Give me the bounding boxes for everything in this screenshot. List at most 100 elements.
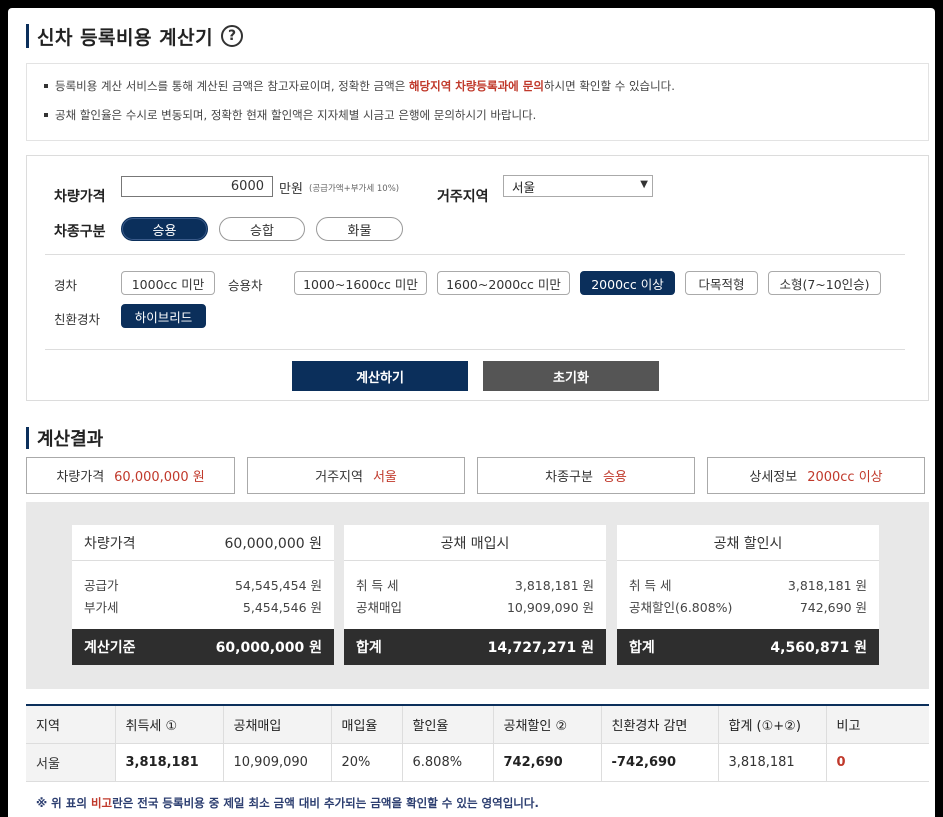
option-1000-1600cc[interactable]: 1000~1600cc 미만 <box>294 271 427 295</box>
divider <box>45 254 905 255</box>
card-head: 공채 할인시 <box>617 525 879 561</box>
summary-detail: 상세정보 2000cc 이상 <box>707 457 925 494</box>
summary-region: 거주지역 서울 <box>247 457 465 494</box>
title-accent-bar <box>26 24 29 48</box>
col-header: 공채매입 <box>223 704 332 744</box>
summary-label: 상세정보 <box>749 470 798 485</box>
result-cards-area: 차량가격 60,000,000 원 공급가 54,545,454 원 부가세 5,4… <box>26 502 929 689</box>
row-label: 취 득 세 <box>356 578 399 593</box>
card-row: 취 득 세 3,818,181 원 <box>356 575 594 597</box>
card-row: 부가세 5,454,546 원 <box>84 597 322 619</box>
row-label: 부가세 <box>84 600 119 615</box>
card-body: 취 득 세 3,818,181 원 공채매입 10,909,090 원 <box>344 561 606 629</box>
region-value: 서울 <box>512 179 536 195</box>
row-value: 54,545,454 원 <box>234 578 322 593</box>
summary-type: 차종구분 승용 <box>477 457 695 494</box>
card-bond-discount: 공채 할인시 취 득 세 3,818,181 원 공채할인(6.808%) 742,… <box>617 525 879 665</box>
calculate-button[interactable]: 계산하기 <box>292 361 468 391</box>
footnote: ※ 위 표의 비고란은 전국 등록비용 중 제일 최소 금액 대비 추가되는 금… <box>36 795 539 811</box>
eco-car-label: 친환경차 <box>54 312 101 327</box>
price-label: 차량가격 <box>54 189 106 205</box>
cell-eco-reduction: -742,690 <box>601 743 719 782</box>
region-select[interactable]: 서울 ▼ <box>503 175 653 197</box>
type-option-truck[interactable]: 화물 <box>316 217 403 241</box>
col-header: 지역 <box>26 704 116 744</box>
light-car-label: 경차 <box>54 278 78 293</box>
card-row: 취 득 세 3,818,181 원 <box>629 575 867 597</box>
result-header: 계산결과 <box>26 426 103 450</box>
cell-bond-discount: 742,690 <box>493 743 602 782</box>
passenger-car-label: 승용차 <box>228 278 263 293</box>
card-bond-purchase: 공채 매입시 취 득 세 3,818,181 원 공채매입 10,909,090 원… <box>344 525 606 665</box>
option-small-7-10[interactable]: 소형(7~10인승) <box>768 271 881 295</box>
cell-total: 3,818,181 <box>718 743 827 782</box>
col-header: 취득세 ① <box>115 704 224 744</box>
app-window: 신차 등록비용 계산기 ? 등록비용 계산 서비스를 통해 계산된 금액은 참고… <box>8 8 935 817</box>
footnote-text: ※ 위 표의 <box>36 796 91 810</box>
summary-value: 60,000,000 원 <box>114 470 205 485</box>
row-value: 742,690 원 <box>799 600 867 615</box>
footnote-text: 란은 전국 등록비용 중 제일 최소 금액 대비 추가되는 금액을 확인할 수 … <box>112 796 539 810</box>
page-title: 신차 등록비용 계산기 <box>37 26 214 49</box>
cell-discount-rate: 6.808% <box>402 743 494 782</box>
notice-text: 등록비용 계산 서비스를 통해 계산된 금액은 참고자료이며, 정확한 금액은 <box>55 79 409 93</box>
summary-price: 차량가격 60,000,000 원 <box>26 457 235 494</box>
col-header: 합계 (①+②) <box>718 704 827 744</box>
col-header: 공채할인 ② <box>493 704 602 744</box>
cell-acquisition-tax: 3,818,181 <box>115 743 224 782</box>
type-option-van[interactable]: 승합 <box>219 217 305 241</box>
foot-value: 4,560,871 원 <box>770 640 867 656</box>
row-label: 공급가 <box>84 578 119 593</box>
price-unit: 만원 <box>279 182 303 197</box>
card-foot: 계산기준 60,000,000 원 <box>72 629 334 665</box>
help-icon[interactable]: ? <box>221 25 244 47</box>
notice-emphasis: 해당지역 차량등록과에 문의 <box>408 79 544 93</box>
option-multipurpose[interactable]: 다목적형 <box>685 271 758 295</box>
cell-purchase-rate: 20% <box>331 743 403 782</box>
summary-value: 승용 <box>602 470 627 485</box>
price-input[interactable] <box>121 176 273 197</box>
cell-note: 0 <box>826 743 929 782</box>
card-head-label: 공채 할인시 <box>713 535 783 552</box>
result-title: 계산결과 <box>37 429 104 450</box>
option-1600-2000cc[interactable]: 1600~2000cc 미만 <box>437 271 570 295</box>
card-foot: 합계 14,727,271 원 <box>344 629 606 665</box>
card-body: 공급가 54,545,454 원 부가세 5,454,546 원 <box>72 561 334 629</box>
table-header-row: 지역 취득세 ① 공채매입 매입율 할인율 공채할인 ② 친환경차 감면 합계 … <box>26 704 929 744</box>
card-head-label: 공채 매입시 <box>440 535 510 552</box>
option-2000cc-plus[interactable]: 2000cc 이상 <box>580 271 675 295</box>
type-label: 차종구분 <box>54 224 106 240</box>
card-foot: 합계 4,560,871 원 <box>617 629 879 665</box>
col-header: 매입율 <box>331 704 403 744</box>
card-vehicle-price: 차량가격 60,000,000 원 공급가 54,545,454 원 부가세 5,4… <box>72 525 334 665</box>
price-note: (공급가액+부가세 10%) <box>309 184 400 194</box>
region-label: 거주지역 <box>437 189 489 205</box>
row-value: 3,818,181 원 <box>787 578 867 593</box>
foot-value: 14,727,271 원 <box>487 640 594 656</box>
summary-label: 차량가격 <box>56 470 105 485</box>
foot-label: 계산기준 <box>84 640 136 656</box>
card-body: 취 득 세 3,818,181 원 공채할인(6.808%) 742,690 원 <box>617 561 879 629</box>
card-head-label: 차량가격 <box>84 535 136 552</box>
col-header: 비고 <box>826 704 929 744</box>
card-head: 차량가격 60,000,000 원 <box>72 525 334 561</box>
type-option-passenger[interactable]: 승용 <box>121 217 208 241</box>
reset-button[interactable]: 초기화 <box>483 361 659 391</box>
col-header: 할인율 <box>402 704 494 744</box>
summary-value: 2000cc 이상 <box>807 470 883 485</box>
option-hybrid[interactable]: 하이브리드 <box>121 304 206 328</box>
row-value: 5,454,546 원 <box>242 600 322 615</box>
footnote-emphasis: 비고 <box>90 796 113 810</box>
option-light-1000cc[interactable]: 1000cc 미만 <box>121 271 215 295</box>
result-table: 지역 취득세 ① 공채매입 매입율 할인율 공채할인 ② 친환경차 감면 합계 … <box>26 704 929 782</box>
cell-region: 서울 <box>26 743 116 782</box>
divider <box>45 349 905 350</box>
summary-label: 차종구분 <box>545 470 593 485</box>
summary-value: 서울 <box>372 470 397 485</box>
summary-label: 거주지역 <box>315 470 363 485</box>
notice-line-1: 등록비용 계산 서비스를 통해 계산된 금액은 참고자료이며, 정확한 금액은 … <box>41 78 914 94</box>
col-header: 친환경차 감면 <box>601 704 719 744</box>
page-header: 신차 등록비용 계산기 ? <box>26 22 244 50</box>
card-head-value: 60,000,000 원 <box>224 535 323 552</box>
row-value: 3,818,181 원 <box>514 578 594 593</box>
